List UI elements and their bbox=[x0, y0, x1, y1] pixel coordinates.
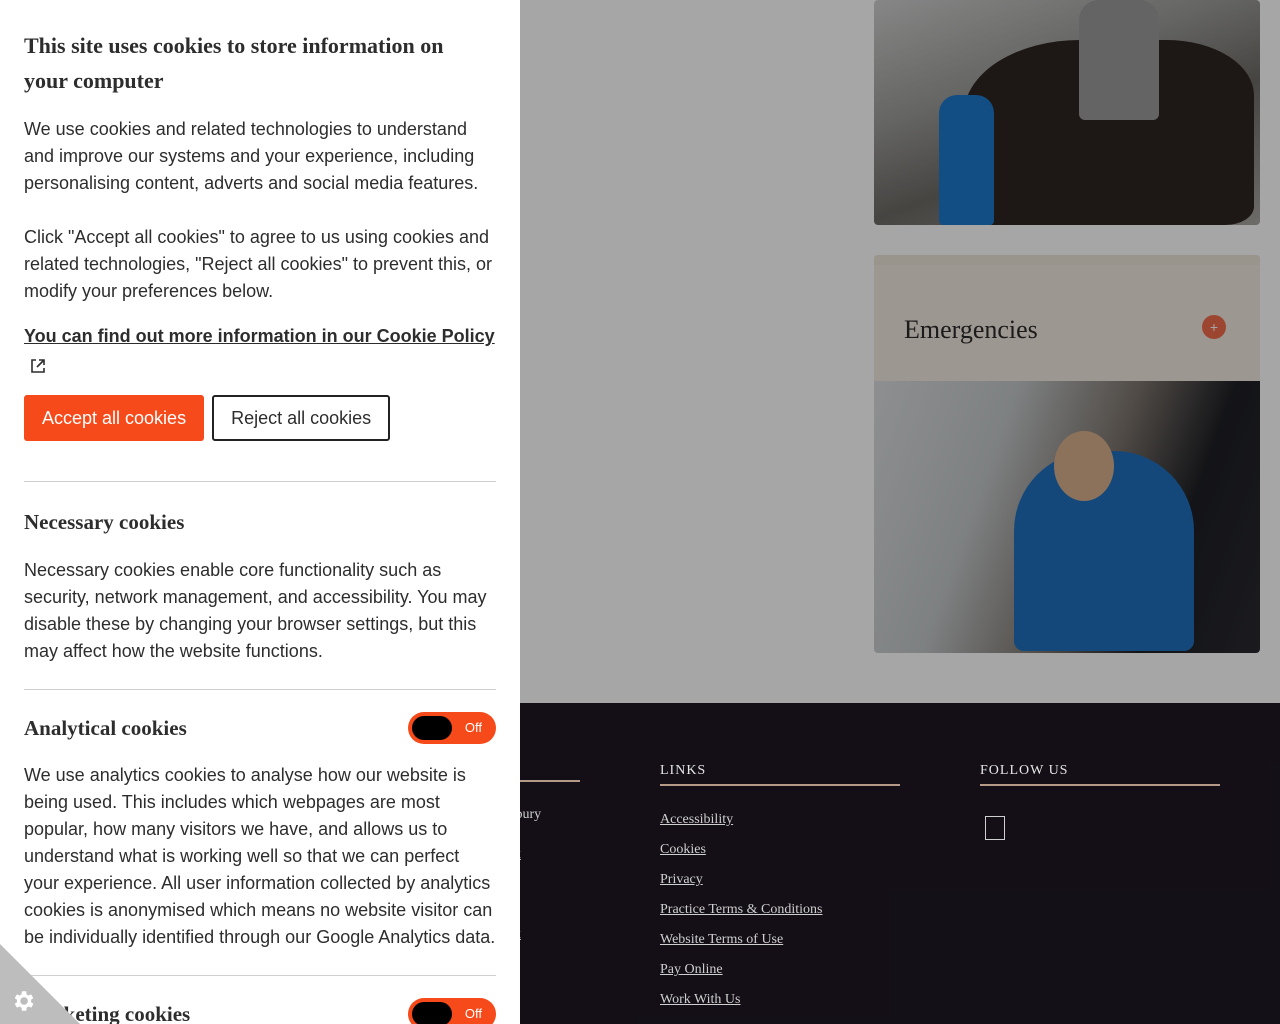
footer-links-list: Accessibility Cookies Privacy Practice T… bbox=[660, 812, 900, 1022]
footer-link-work-with-us[interactable]: Work With Us bbox=[660, 992, 900, 1022]
footer-link-website-terms[interactable]: Website Terms of Use bbox=[660, 932, 900, 962]
footer-follow-column: FOLLOW US bbox=[980, 763, 1220, 840]
marketing-cookies-header: Marketing cookies Off bbox=[24, 998, 496, 1024]
cookie-instructions-text: Click "Accept all cookies" to agree to u… bbox=[24, 227, 493, 301]
section-divider bbox=[24, 975, 496, 976]
cookie-panel-title: This site uses cookies to store informat… bbox=[24, 33, 444, 93]
consent-button-row: Accept all cookies Reject all cookies bbox=[24, 395, 496, 441]
toggle-knob bbox=[412, 1002, 452, 1024]
section-divider bbox=[24, 481, 496, 482]
marketing-cookies-toggle[interactable]: Off bbox=[408, 998, 496, 1024]
necessary-cookies-title: Necessary cookies bbox=[24, 510, 185, 534]
footer-link-privacy[interactable]: Privacy bbox=[660, 872, 900, 902]
footer-link-accessibility[interactable]: Accessibility bbox=[660, 812, 900, 842]
footer-links-heading: LINKS bbox=[660, 763, 900, 786]
toggle-knob bbox=[412, 716, 452, 740]
external-link-icon bbox=[30, 355, 46, 381]
toggle-state-label: Off bbox=[464, 1006, 482, 1021]
social-icon[interactable] bbox=[985, 816, 1005, 840]
analytical-cookies-toggle[interactable]: Off bbox=[408, 712, 496, 744]
toggle-state-label: Off bbox=[464, 720, 482, 735]
analytical-cookies-title: Analytical cookies bbox=[24, 715, 187, 740]
necessary-cookies-section: Necessary cookies Necessary cookies enab… bbox=[24, 510, 496, 665]
footer-link-cookies[interactable]: Cookies bbox=[660, 842, 900, 872]
footer-follow-heading: FOLLOW US bbox=[980, 763, 1220, 786]
accept-all-cookies-button[interactable]: Accept all cookies bbox=[24, 395, 205, 441]
reject-all-cookies-button[interactable]: Reject all cookies bbox=[212, 395, 391, 441]
cookie-intro-text: We use cookies and related technologies … bbox=[24, 119, 479, 193]
section-divider bbox=[24, 689, 496, 690]
footer-links-column: LINKS Accessibility Cookies Privacy Prac… bbox=[660, 763, 900, 1022]
footer-link-pay-online[interactable]: Pay Online bbox=[660, 962, 900, 992]
marketing-cookies-section: Marketing cookies Off bbox=[24, 998, 496, 1024]
gear-icon[interactable] bbox=[10, 988, 36, 1018]
analytical-cookies-header: Analytical cookies Off bbox=[24, 712, 496, 744]
cookie-policy-link[interactable]: You can find out more information in our… bbox=[24, 323, 496, 381]
cookie-consent-panel: This site uses cookies to store informat… bbox=[0, 0, 520, 1024]
analytical-cookies-text: We use analytics cookies to analyse how … bbox=[24, 765, 496, 947]
analytical-cookies-section: Analytical cookies Off We use analytics … bbox=[24, 712, 496, 951]
necessary-cookies-text: Necessary cookies enable core functional… bbox=[24, 560, 487, 661]
footer-link-practice-terms[interactable]: Practice Terms & Conditions bbox=[660, 902, 900, 932]
cookie-policy-link-label: You can find out more information in our… bbox=[24, 326, 495, 346]
